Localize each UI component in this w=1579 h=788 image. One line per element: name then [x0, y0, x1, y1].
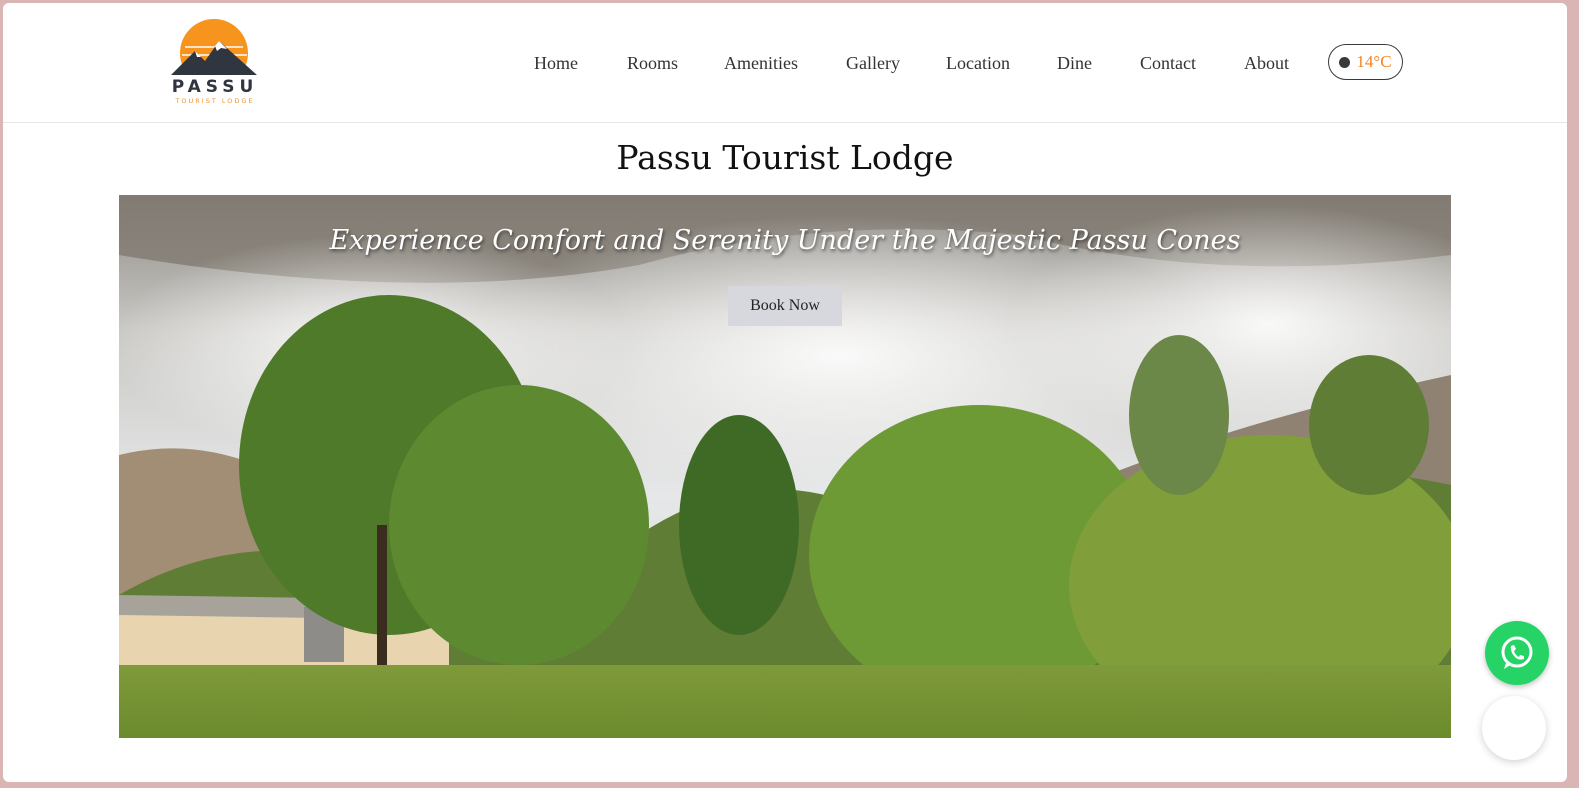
nav-contact[interactable]: Contact	[1140, 53, 1196, 74]
site-header: PASSU TOURIST LODGE Home Rooms Amenities…	[3, 3, 1567, 123]
page-frame: PASSU TOURIST LODGE Home Rooms Amenities…	[3, 3, 1567, 782]
brand-subtitle: TOURIST LODGE	[175, 97, 255, 105]
whatsapp-icon	[1501, 636, 1533, 669]
nav-about[interactable]: About	[1244, 53, 1289, 74]
brand-logo[interactable]: PASSU TOURIST LODGE	[165, 17, 265, 109]
page-title: Passu Tourist Lodge	[616, 138, 954, 177]
nav-dine[interactable]: Dine	[1057, 53, 1092, 74]
nav-rooms[interactable]: Rooms	[627, 53, 678, 74]
hero-landscape-image	[119, 195, 1451, 738]
hero-tagline: Experience Comfort and Serenity Under th…	[329, 225, 1241, 256]
book-now-button[interactable]: Book Now	[728, 286, 842, 326]
chat-widget-button[interactable]	[1482, 696, 1546, 760]
brand-name: PASSU	[171, 77, 259, 97]
nav-home[interactable]: Home	[534, 53, 578, 74]
temperature-readout: 14°C	[1356, 52, 1392, 71]
hero-banner: Experience Comfort and Serenity Under th…	[119, 195, 1451, 738]
whatsapp-button[interactable]	[1485, 621, 1549, 685]
weather-toggle[interactable]: 14°C	[1328, 44, 1403, 80]
nav-gallery[interactable]: Gallery	[846, 53, 900, 74]
nav-location[interactable]: Location	[946, 53, 1010, 74]
sun-mountain-icon	[165, 19, 265, 87]
nav-amenities[interactable]: Amenities	[724, 53, 798, 74]
theme-toggle-dot-icon	[1339, 56, 1351, 68]
